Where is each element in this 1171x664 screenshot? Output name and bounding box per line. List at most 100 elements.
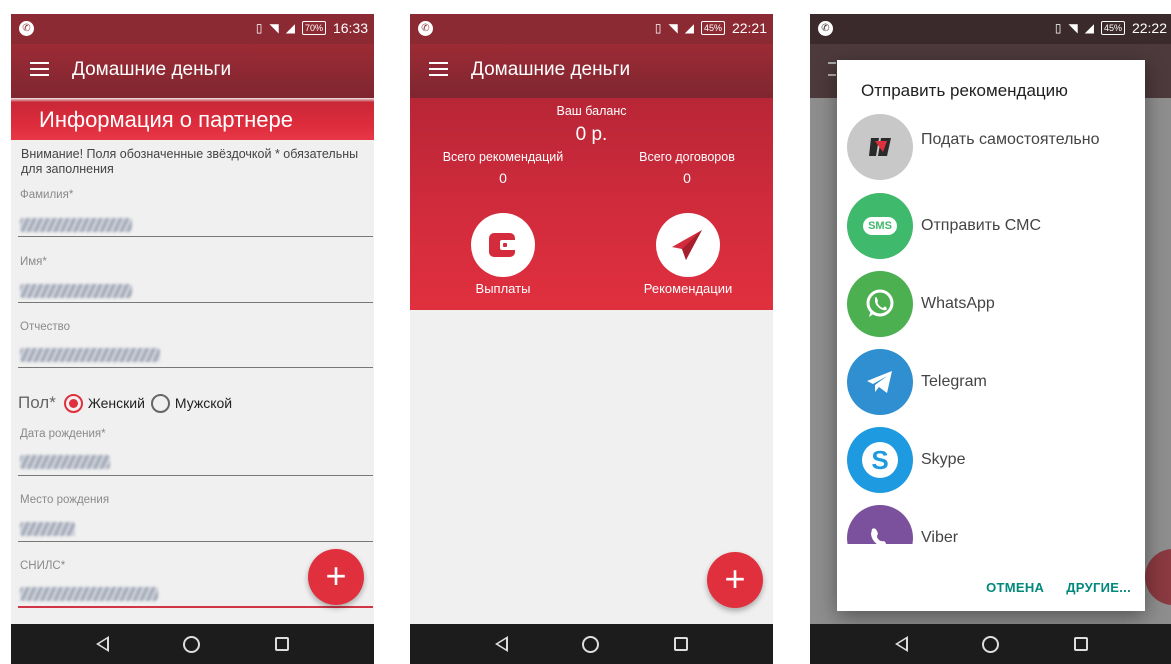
status-bar: ✆ ▯ ◥ ◢ 45% 22:22 (810, 14, 1171, 44)
gender-label: Пол* (18, 393, 56, 412)
recent-apps-icon[interactable] (274, 637, 289, 651)
notification-icon: ✆ (418, 21, 433, 36)
battery-indicator: 70% (301, 21, 326, 35)
payouts-label[interactable]: Выплаты (433, 281, 573, 296)
notification-icon: ✆ (818, 21, 833, 36)
share-option-label: Подать самостоятельно (921, 131, 1100, 148)
birth-date-input[interactable] (20, 455, 110, 469)
birth-place-label: Место рождения (20, 494, 110, 506)
recommendations-button-label[interactable]: Рекомендации (618, 281, 758, 296)
last-name-label: Фамилия* (20, 189, 74, 201)
wallet-icon (489, 233, 518, 257)
first-name-underline (18, 302, 373, 303)
navigation-bar (410, 624, 773, 664)
back-icon[interactable] (495, 636, 509, 652)
back-icon[interactable] (895, 636, 909, 652)
share-dialog: Отправить рекомендацию Подать самостояте… (837, 60, 1145, 611)
whatsapp-icon (847, 271, 913, 337)
signal-icon: ◢ (684, 21, 694, 35)
vibrate-icon: ▯ (255, 21, 263, 35)
female-radio[interactable] (63, 393, 83, 413)
app-bar: Домашние деньги (11, 44, 374, 98)
viber-icon (847, 505, 913, 544)
birth-date-label: Дата рождения* (20, 428, 106, 440)
share-options-list: Подать самостоятельно SMS Отправить СМС … (837, 114, 1145, 544)
contracts-stat: Всего договоров 0 (607, 150, 767, 186)
menu-icon[interactable] (30, 62, 49, 76)
patronymic-label: Отчество (20, 321, 70, 333)
share-option-sms[interactable]: SMS Отправить СМС (847, 193, 1137, 263)
home-icon[interactable] (982, 635, 1000, 653)
telegram-icon (847, 349, 913, 415)
app-title: Домашние деньги (72, 59, 232, 80)
back-icon[interactable] (96, 636, 110, 652)
signal-icon: ◢ (1084, 21, 1094, 35)
wifi-icon: ◥ (668, 21, 678, 35)
add-fab-button[interactable]: + (707, 552, 763, 608)
patronymic-input[interactable] (20, 348, 160, 362)
share-dialog-screen: ✆ ▯ ◥ ◢ 45% 22:22 Отправить рекомендацию… (810, 14, 1171, 664)
share-option-viber[interactable]: Viber (847, 505, 1137, 544)
share-option-skype[interactable]: S Skype (847, 427, 1137, 497)
menu-icon (828, 62, 836, 76)
payouts-button[interactable] (471, 213, 535, 277)
vibrate-icon: ▯ (654, 21, 662, 35)
recent-apps-icon[interactable] (1073, 637, 1088, 651)
sms-icon: SMS (847, 193, 913, 259)
birth-place-input[interactable] (20, 522, 75, 536)
recommendations-button[interactable] (656, 213, 720, 277)
battery-indicator: 45% (700, 21, 725, 35)
clock: 22:21 (731, 20, 767, 36)
app-logo-icon (847, 114, 913, 180)
more-button[interactable]: ДРУГИЕ... (1066, 580, 1131, 595)
home-icon[interactable] (183, 635, 201, 653)
recommendations-stat: Всего рекомендаций 0 (423, 150, 583, 186)
navigation-bar (11, 624, 374, 664)
share-option-label: Viber (921, 529, 959, 544)
male-radio-label[interactable]: Мужской (175, 395, 232, 411)
home-icon[interactable] (582, 635, 600, 653)
battery-indicator: 45% (1100, 21, 1125, 35)
vibrate-icon: ▯ (1054, 21, 1062, 35)
skype-icon: S (847, 427, 913, 493)
app-title: Домашние деньги (471, 59, 631, 80)
share-option-label: Telegram (921, 373, 987, 390)
cancel-button[interactable]: ОТМЕНА (986, 580, 1044, 595)
dialog-actions: ОТМЕНА ДРУГИЕ... (986, 580, 1131, 595)
balance-label: Ваш баланс (556, 104, 627, 118)
status-bar: ✆ ▯ ◥ ◢ 70% 16:33 (11, 14, 374, 44)
last-name-underline (18, 236, 373, 237)
add-fab-button[interactable]: + (308, 549, 364, 605)
male-radio[interactable] (150, 393, 170, 413)
menu-icon[interactable] (429, 62, 448, 76)
first-name-label: Имя* (20, 256, 47, 268)
contracts-label: Всего договоров (639, 150, 735, 164)
paper-plane-icon (672, 230, 702, 260)
share-option-whatsapp[interactable]: WhatsApp (847, 271, 1137, 341)
dialog-title: Отправить рекомендацию (861, 81, 1068, 100)
recent-apps-icon[interactable] (673, 637, 688, 651)
snils-input[interactable] (20, 587, 158, 601)
signal-icon: ◢ (285, 21, 295, 35)
section-title: Информация о партнере (39, 107, 293, 132)
female-radio-label[interactable]: Женский (88, 395, 145, 411)
navigation-bar (810, 624, 1171, 664)
patronymic-underline (18, 367, 373, 368)
share-option-label: Skype (921, 451, 966, 468)
snils-underline (18, 606, 373, 608)
clock: 22:22 (1131, 20, 1167, 36)
birth-place-underline (18, 541, 373, 542)
share-option-self[interactable]: Подать самостоятельно (847, 114, 1137, 184)
balance-value: 0 р. (575, 124, 608, 145)
app-bar: Домашние деньги (410, 44, 773, 98)
notification-icon: ✆ (19, 21, 34, 36)
required-fields-notice: Внимание! Поля обозначенные звёздочкой *… (21, 147, 359, 176)
wifi-icon: ◥ (269, 21, 279, 35)
contracts-count: 0 (683, 170, 691, 186)
dashboard-screen: ✆ ▯ ◥ ◢ 45% 22:21 Домашние деньги Ваш ба… (410, 14, 773, 664)
first-name-input[interactable] (20, 284, 132, 298)
wifi-icon: ◥ (1068, 21, 1078, 35)
share-option-telegram[interactable]: Telegram (847, 349, 1137, 419)
last-name-input[interactable] (20, 218, 132, 232)
balance-panel: Ваш баланс 0 р. Всего рекомендаций 0 Все… (410, 98, 773, 310)
